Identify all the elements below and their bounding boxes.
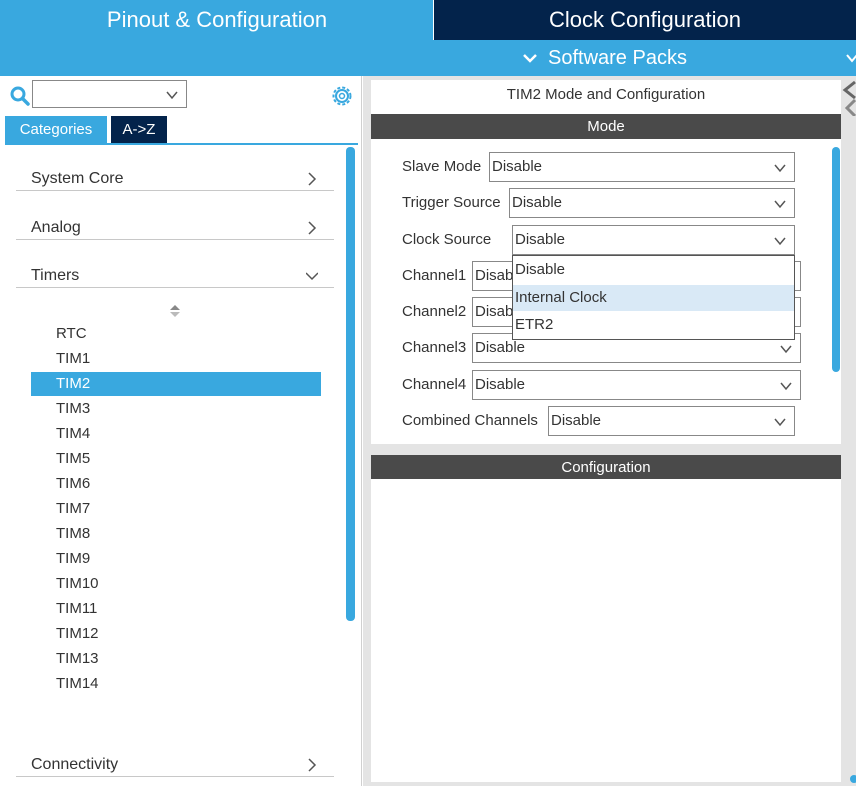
chevron-down-icon <box>774 200 786 209</box>
channel3-label: Channel3 <box>402 339 467 356</box>
timer-item-tim7[interactable]: TIM7 <box>31 497 321 521</box>
section-label: Analog <box>31 219 81 236</box>
channel1-label: Channel1 <box>402 267 467 284</box>
tab-a-z[interactable]: A->Z <box>111 116 167 143</box>
dropdown-option-etr2[interactable]: ETR2 <box>513 312 794 338</box>
configuration-area <box>371 479 841 782</box>
chevron-down-icon <box>774 237 786 246</box>
select-value: Disable <box>475 376 526 393</box>
timer-item-tim9[interactable]: TIM9 <box>31 547 321 571</box>
section-label: Timers <box>31 267 80 284</box>
chevron-right-icon <box>308 221 317 235</box>
configuration-header: Configuration <box>371 455 841 479</box>
timer-item-tim2[interactable]: TIM2 <box>31 372 321 396</box>
section-label: Connectivity <box>31 756 119 773</box>
timer-item-tim1[interactable]: TIM1 <box>31 347 321 371</box>
tab-clock-configuration[interactable]: Clock Configuration <box>434 0 856 40</box>
timer-item-tim5[interactable]: TIM5 <box>31 447 321 471</box>
collapse-handle-icon[interactable] <box>841 80 856 116</box>
sub-bar <box>0 40 856 76</box>
section-timers[interactable]: Timers <box>16 252 334 288</box>
select-value: Disable <box>515 231 566 248</box>
combined-channels-label: Combined Channels <box>402 412 538 429</box>
channel4-select[interactable]: Disable <box>472 370 801 400</box>
chevron-down-icon <box>306 272 318 281</box>
chevron-down-icon <box>774 164 786 173</box>
tab-underline <box>5 143 358 145</box>
trigger-source-select[interactable]: Disable <box>509 188 795 218</box>
mode-header: Mode <box>371 114 841 139</box>
timer-item-rtc[interactable]: RTC <box>31 322 321 346</box>
select-value: Disable <box>492 158 543 175</box>
select-value: Disable <box>512 194 563 211</box>
slave-mode-label: Slave Mode <box>402 158 482 175</box>
select-value: Disable <box>475 339 526 356</box>
search-icon[interactable] <box>10 86 30 106</box>
panel-title: TIM2 Mode and Configuration <box>506 86 706 103</box>
timer-item-tim10[interactable]: TIM10 <box>31 572 321 596</box>
chevron-down-icon <box>780 382 792 391</box>
combined-channels-select[interactable]: Disable <box>548 406 795 436</box>
software-packs-label: Software Packs <box>548 46 687 69</box>
tab-categories[interactable]: Categories <box>5 116 107 143</box>
section-system-core[interactable]: System Core <box>16 155 334 191</box>
trigger-source-label: Trigger Source <box>402 194 501 211</box>
section-connectivity[interactable]: Connectivity <box>16 741 334 777</box>
timer-item-tim11[interactable]: TIM11 <box>31 597 321 621</box>
channel2-label: Channel2 <box>402 303 467 320</box>
left-scrollbar[interactable] <box>346 147 355 621</box>
select-value: Disable <box>551 412 602 429</box>
timer-item-tim3[interactable]: TIM3 <box>31 397 321 421</box>
section-label: System Core <box>31 170 124 187</box>
search-input[interactable] <box>32 80 187 108</box>
timer-item-tim4[interactable]: TIM4 <box>31 422 321 446</box>
status-dot <box>850 775 856 783</box>
chevron-down-icon <box>774 418 786 427</box>
timer-item-tim14[interactable]: TIM14 <box>31 672 321 696</box>
tab-pinout-configuration[interactable]: Pinout & Configuration <box>0 0 434 40</box>
slave-mode-select[interactable]: Disable <box>489 152 795 182</box>
chevron-down-icon <box>523 54 537 63</box>
channel4-label: Channel4 <box>402 376 467 393</box>
dropdown-option-internal-clock[interactable]: Internal Clock <box>513 285 794 311</box>
chevron-right-icon <box>308 758 317 772</box>
gear-icon[interactable] <box>330 84 354 108</box>
clock-source-label: Clock Source <box>402 231 492 248</box>
software-packs-menu[interactable]: Software Packs <box>522 40 687 76</box>
chevron-down-icon[interactable] <box>846 52 856 64</box>
timer-item-tim13[interactable]: TIM13 <box>31 647 321 671</box>
section-analog[interactable]: Analog <box>16 204 334 240</box>
dropdown-option-disable[interactable]: Disable <box>513 257 794 283</box>
timer-item-tim6[interactable]: TIM6 <box>31 472 321 496</box>
sort-icon[interactable] <box>169 304 181 318</box>
chevron-down-icon <box>166 91 178 100</box>
chevron-down-icon <box>780 345 792 354</box>
timer-item-tim8[interactable]: TIM8 <box>31 522 321 546</box>
chevron-right-icon <box>308 172 317 186</box>
timer-item-tim12[interactable]: TIM12 <box>31 622 321 646</box>
clock-source-select[interactable]: Disable <box>512 225 795 255</box>
clock-source-dropdown: Disable Internal Clock ETR2 <box>512 255 795 340</box>
right-scrollbar[interactable] <box>832 147 840 372</box>
